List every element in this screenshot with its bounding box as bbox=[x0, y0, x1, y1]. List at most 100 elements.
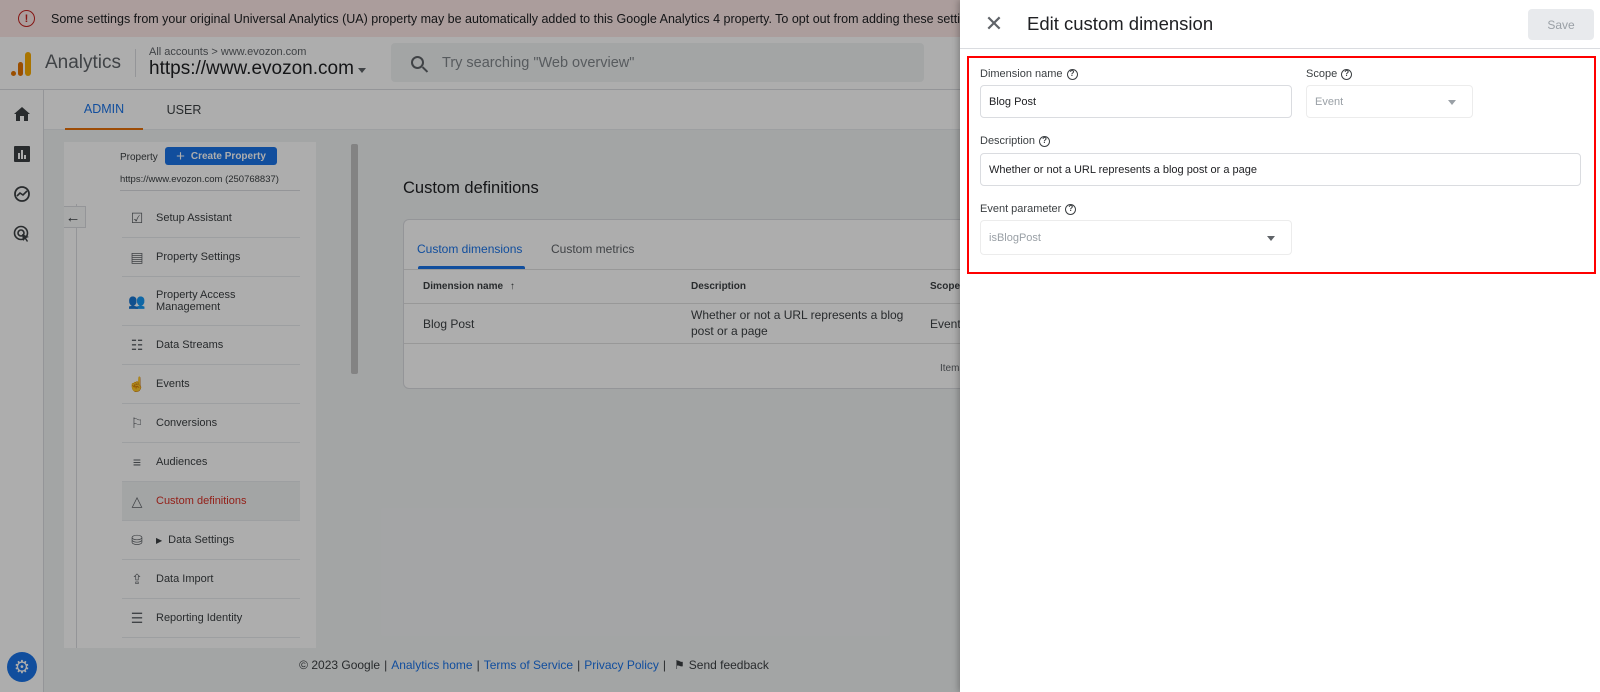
tab-admin[interactable]: ADMIN bbox=[65, 90, 143, 130]
divider bbox=[76, 204, 77, 648]
drawer-title: Edit custom dimension bbox=[1027, 13, 1214, 34]
separator: | bbox=[662, 658, 666, 672]
terms-of-service-link[interactable]: Terms of Service bbox=[484, 658, 573, 672]
ga-admin-page: ! Some settings from your original Unive… bbox=[0, 0, 1600, 692]
nav-item-audiences[interactable]: ≡ Audiences bbox=[122, 443, 300, 482]
column-header-label: Dimension name bbox=[423, 281, 504, 292]
footer: © 2023 Google | Analytics home | Terms o… bbox=[44, 658, 1004, 672]
flag-icon: ⚐ bbox=[130, 414, 144, 431]
definitions-tabs: Custom dimensions Custom metrics bbox=[404, 220, 1042, 270]
analytics-logo-icon[interactable] bbox=[11, 50, 31, 76]
help-icon[interactable]: ? bbox=[1341, 68, 1353, 80]
active-tab-indicator bbox=[418, 266, 525, 269]
separator: | bbox=[577, 658, 581, 672]
touch-icon: ☝ bbox=[128, 375, 146, 392]
nav-item-label: Setup Assistant bbox=[156, 212, 232, 224]
scope-select: Event bbox=[1306, 85, 1473, 118]
nav-item-label: Conversions bbox=[156, 417, 218, 429]
divider bbox=[404, 303, 1042, 304]
audiences-icon: ≡ bbox=[132, 454, 142, 470]
cell-description: Whether or not a URL represents a blog p… bbox=[691, 308, 904, 338]
nav-item-conversions[interactable]: ⚐ Conversions bbox=[122, 404, 300, 443]
property-url: https://www.evozon.com (250768837) bbox=[120, 174, 279, 185]
sort-ascending-icon: ↑ bbox=[509, 281, 515, 292]
nav-item-label: Audiences bbox=[156, 456, 208, 468]
people-icon: 👥 bbox=[128, 292, 146, 309]
nav-item-events[interactable]: ☝ Events bbox=[122, 365, 300, 404]
banner-text: Some settings from your original Univers… bbox=[51, 11, 1005, 26]
nav-item-reporting-identity[interactable]: ☰ Reporting Identity bbox=[122, 599, 300, 638]
database-icon: ⛁ bbox=[131, 531, 143, 548]
nav-item-data-settings[interactable]: ⛁ ▶ Data Settings bbox=[122, 521, 300, 560]
scope-label: Scope ? bbox=[1306, 68, 1353, 80]
nav-item-setup-assistant[interactable]: ☑ Setup Assistant bbox=[122, 199, 300, 238]
shapes-icon: △ bbox=[131, 492, 143, 509]
dimension-name-input[interactable]: Blog Post bbox=[980, 85, 1292, 118]
nav-item-label: Reporting Identity bbox=[156, 612, 243, 624]
create-property-button[interactable]: + Create Property bbox=[165, 147, 277, 165]
custom-definitions-pane: Custom definitions Custom dimensions Cus… bbox=[359, 142, 1059, 648]
help-icon[interactable]: ? bbox=[1066, 68, 1078, 80]
tab-custom-metrics[interactable]: Custom metrics bbox=[551, 242, 634, 256]
nav-item-data-streams[interactable]: ☷ Data Streams bbox=[122, 326, 300, 365]
help-icon[interactable]: ? bbox=[1039, 135, 1051, 147]
expand-arrow-icon[interactable]: ▶ bbox=[156, 536, 162, 545]
nav-scrollbar[interactable] bbox=[351, 144, 358, 374]
description-input[interactable]: Whether or not a URL represents a blog p… bbox=[980, 153, 1581, 186]
back-arrow-icon[interactable]: ← bbox=[64, 206, 86, 228]
event-parameter-value: isBlogPost bbox=[989, 231, 1041, 244]
property-nav-panel: Property + Create Property https://www.e… bbox=[64, 142, 316, 648]
account-breadcrumb[interactable]: All accounts > www.evozon.com bbox=[149, 46, 366, 58]
nav-item-property-settings[interactable]: ▤ Property Settings bbox=[122, 238, 300, 277]
error-icon: ! bbox=[18, 10, 35, 27]
property-settings-icon: ▤ bbox=[130, 248, 144, 265]
home-icon[interactable] bbox=[12, 104, 32, 124]
send-feedback-label: Send feedback bbox=[688, 658, 769, 672]
column-header-scope[interactable]: Scope bbox=[930, 281, 960, 292]
upload-icon: ⇪ bbox=[131, 570, 143, 587]
dropdown-arrow-icon bbox=[1448, 99, 1456, 105]
reporting-identity-icon: ☰ bbox=[130, 609, 144, 626]
label-text: Dimension name bbox=[980, 68, 1063, 80]
search-icon bbox=[411, 56, 424, 69]
tab-user[interactable]: USER bbox=[154, 90, 214, 130]
reports-icon[interactable] bbox=[12, 144, 32, 164]
advertising-icon[interactable] bbox=[12, 224, 32, 244]
nav-item-label: Data Import bbox=[156, 573, 214, 585]
property-selector[interactable]: https://www.evozon.com bbox=[149, 58, 366, 80]
definitions-card: Custom dimensions Custom metrics Dimensi… bbox=[403, 219, 1043, 389]
nav-item-label: Data Settings bbox=[168, 534, 235, 546]
analytics-home-link[interactable]: Analytics home bbox=[391, 658, 472, 672]
nav-item-label: Events bbox=[156, 378, 190, 390]
column-header-description[interactable]: Description bbox=[691, 281, 746, 292]
left-nav-rail: ⚙ bbox=[0, 90, 44, 692]
edit-custom-dimension-drawer: ✕ Edit custom dimension Save Dimension n… bbox=[960, 0, 1600, 692]
dimension-name-label: Dimension name ? bbox=[980, 68, 1078, 80]
description-value: Whether or not a URL represents a blog p… bbox=[989, 163, 1258, 176]
nav-item-property-access-management[interactable]: 👥 Property Access Management bbox=[122, 277, 300, 326]
account-picker[interactable]: All accounts > www.evozon.com https://ww… bbox=[149, 46, 366, 80]
clipboard-check-icon: ☑ bbox=[130, 209, 144, 226]
page-title: Custom definitions bbox=[403, 179, 539, 197]
property-name: https://www.evozon.com bbox=[149, 58, 354, 79]
separator: | bbox=[384, 658, 388, 672]
privacy-policy-link[interactable]: Privacy Policy bbox=[584, 658, 659, 672]
nav-item-label: Property Settings bbox=[156, 251, 241, 263]
search-input[interactable]: Try searching "Web overview" bbox=[391, 43, 924, 82]
divider bbox=[404, 343, 1042, 344]
help-icon[interactable]: ? bbox=[1065, 203, 1077, 215]
column-header-dimension-name[interactable]: Dimension name ↑ bbox=[423, 281, 515, 292]
close-icon[interactable]: ✕ bbox=[982, 11, 1006, 36]
label-text: Event parameter bbox=[980, 203, 1062, 215]
gear-icon[interactable]: ⚙ bbox=[7, 652, 37, 682]
nav-item-custom-definitions[interactable]: △ Custom definitions bbox=[122, 482, 300, 521]
copyright: © 2023 Google bbox=[299, 658, 381, 672]
feedback-icon: ⚑ bbox=[674, 658, 685, 672]
create-property-label: Create Property bbox=[190, 150, 266, 162]
explore-icon[interactable] bbox=[12, 184, 32, 204]
nav-item-data-import[interactable]: ⇪ Data Import bbox=[122, 560, 300, 599]
tab-custom-dimensions[interactable]: Custom dimensions bbox=[417, 242, 522, 256]
send-feedback-button[interactable]: ⚑ Send feedback bbox=[670, 658, 769, 672]
divider bbox=[120, 190, 300, 191]
save-button[interactable]: Save bbox=[1528, 9, 1594, 40]
